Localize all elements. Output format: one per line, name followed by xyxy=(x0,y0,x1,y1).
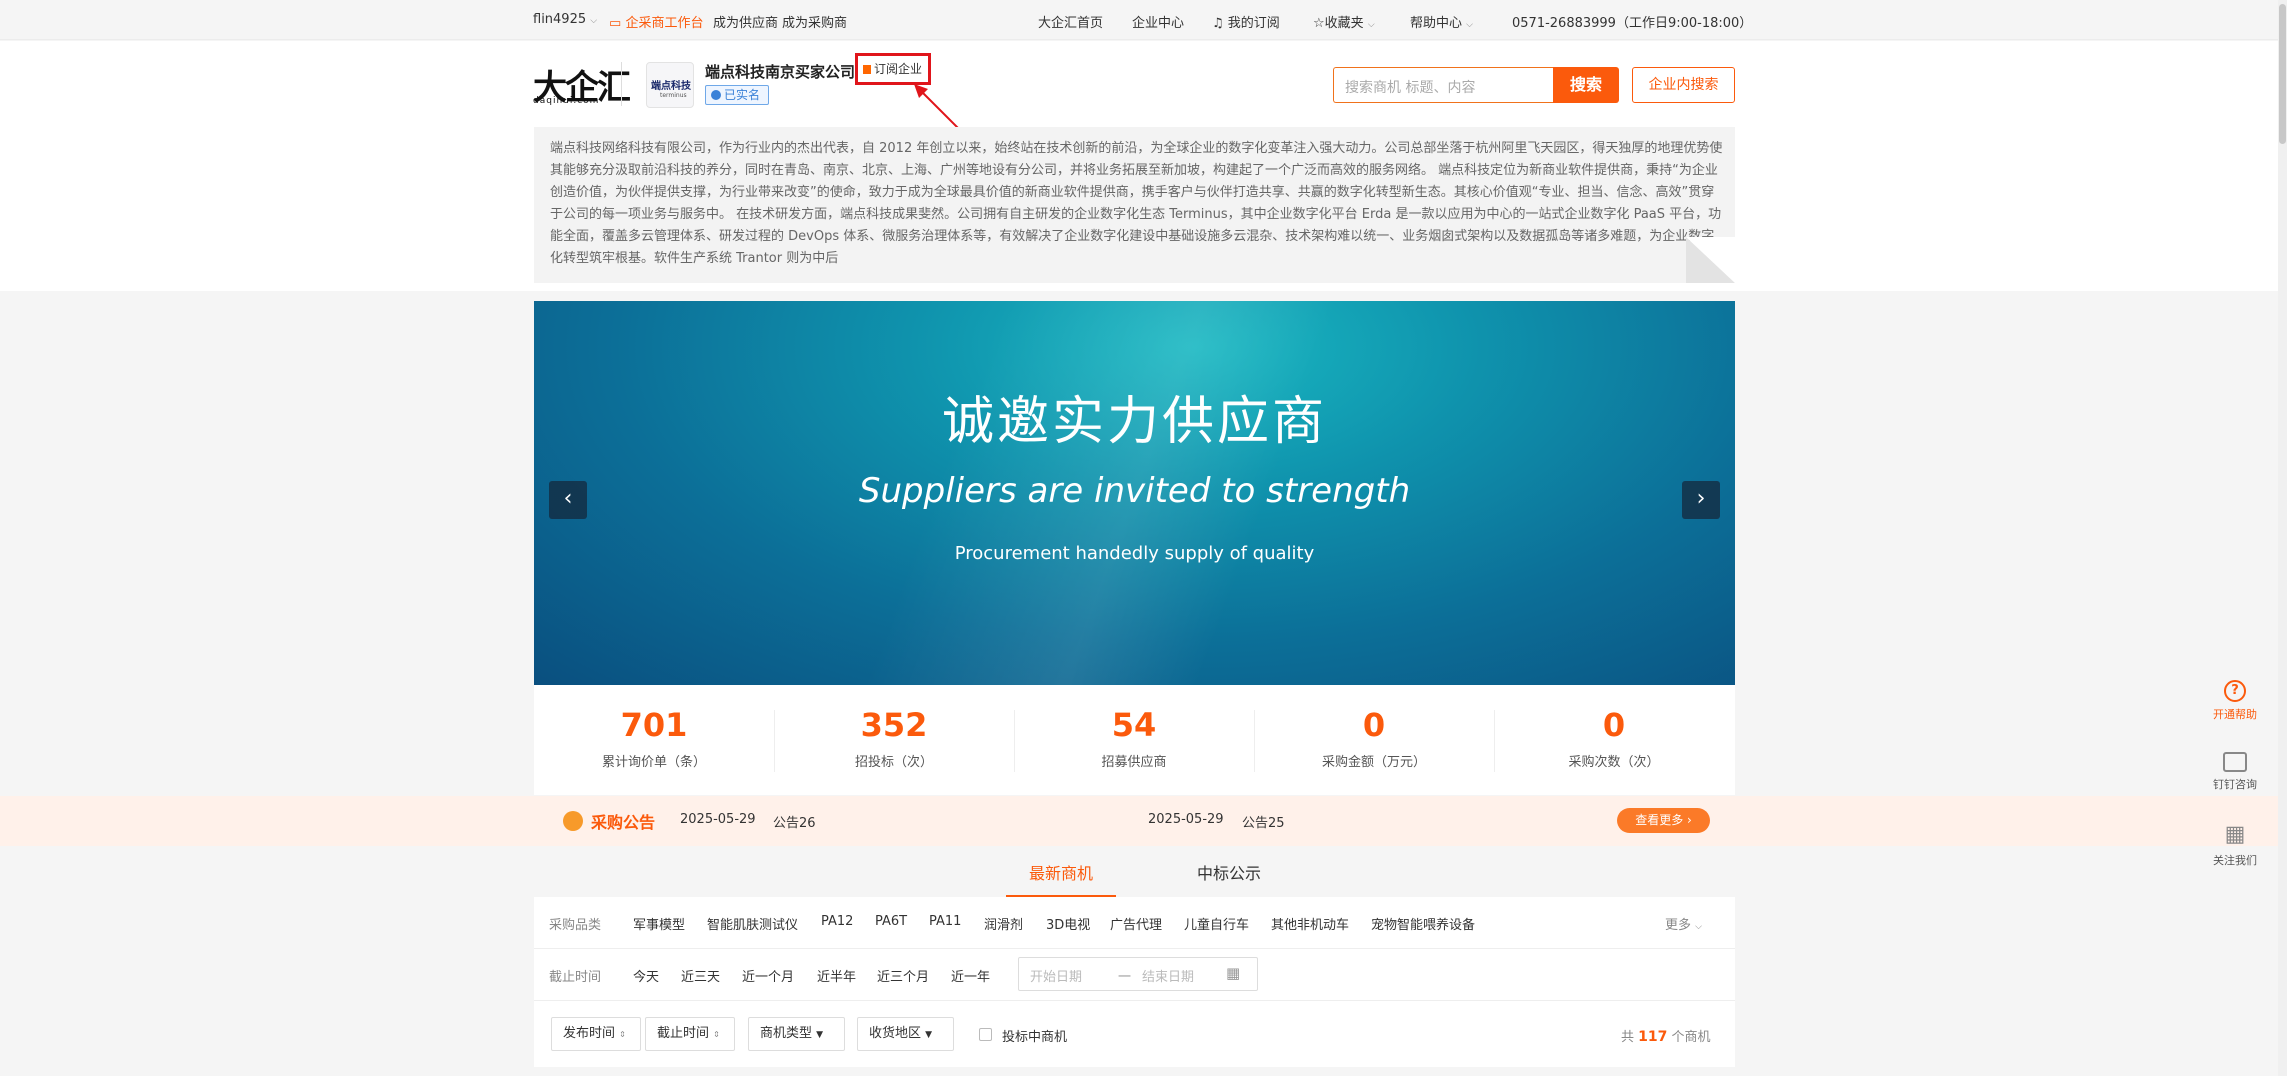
category-option[interactable]: PA11 xyxy=(929,914,961,929)
banner-title: 诚邀实力供应商 xyxy=(941,392,1327,452)
category-option[interactable]: 儿童自行车 xyxy=(1184,914,1249,933)
category-label: 采购品类 xyxy=(549,918,602,933)
region-select[interactable]: 收货地区 ▼ xyxy=(857,1017,954,1051)
category-option[interactable]: 广告代理 xyxy=(1110,914,1162,933)
deadline-option[interactable]: 近一个月 xyxy=(742,966,794,985)
notice-link[interactable]: 公告26 xyxy=(773,812,816,831)
tab-award-announcements[interactable]: 中标公示 xyxy=(1197,860,1261,884)
chevron-down-icon: ⌵ xyxy=(1695,922,1702,932)
banner-next-button[interactable]: › xyxy=(1682,481,1720,519)
megaphone-icon xyxy=(563,811,583,831)
stats-bar: 701 累计询价单（条） 352 招投标（次） 54 招募供应商 0 采购金额（万元） … xyxy=(534,685,1735,795)
follow-float-button[interactable]: ▦ 关注我们 xyxy=(2200,824,2270,868)
category-option[interactable]: PA6T xyxy=(875,914,907,929)
deadline-option[interactable]: 近一年 xyxy=(951,966,990,985)
category-option[interactable]: 宠物智能喂养设备 xyxy=(1371,914,1475,933)
stat-inquiries: 701 累计询价单（条） xyxy=(601,706,706,770)
start-date-input[interactable]: 开始日期 xyxy=(1030,966,1082,985)
caret-down-icon: ▼ xyxy=(925,1030,933,1040)
qr-code-icon: ▦ xyxy=(2224,822,2246,847)
deadline-option[interactable]: 近半年 xyxy=(817,966,856,985)
calendar-icon: ▦ xyxy=(1226,964,1241,982)
opportunity-type-select[interactable]: 商机类型 ▼ xyxy=(748,1017,845,1051)
enterprise-search-button[interactable]: 企业内搜索 xyxy=(1632,67,1735,103)
procurement-notice-bar xyxy=(0,796,2287,846)
banner-tagline: Procurement handedly supply of quality xyxy=(954,543,1315,564)
page-scrollbar[interactable] xyxy=(2278,0,2287,1076)
notice-date: 2025-05-29 xyxy=(1148,812,1224,827)
stat-tenders: 352 招投标（次） xyxy=(854,706,933,770)
category-option[interactable]: 军事模型 xyxy=(633,914,685,933)
notice-link[interactable]: 公告25 xyxy=(1242,812,1285,831)
company-description: 端点科技网络科技有限公司，作为行业内的杰出代表，自 2012 年创立以来，始终站… xyxy=(534,127,1735,283)
total-count: 共 117 个商机 xyxy=(1621,1029,1711,1045)
stat-amount: 0 采购金额（万元） xyxy=(1321,706,1426,770)
category-option[interactable]: 3D电视 xyxy=(1046,914,1090,933)
chat-icon xyxy=(2223,752,2247,772)
help-float-button[interactable]: ? 开通帮助 xyxy=(2200,680,2270,722)
end-date-input[interactable]: 结束日期 xyxy=(1142,966,1194,985)
notice-title: 采购公告 xyxy=(591,813,656,832)
bidding-checkbox-label: 投标中商机 xyxy=(1002,1030,1068,1045)
notice-date: 2025-05-29 xyxy=(680,812,756,827)
sort-deadline[interactable]: 截止时间 ⇕ xyxy=(645,1017,735,1051)
scrollbar-thumb[interactable] xyxy=(2279,4,2286,144)
category-option[interactable]: 智能肌肤测试仪 xyxy=(707,914,798,933)
deadline-label: 截止时间 xyxy=(549,970,602,985)
deadline-option[interactable]: 近三天 xyxy=(681,966,720,985)
deadline-option[interactable]: 近三个月 xyxy=(877,966,929,985)
date-range-separator: 一 xyxy=(1118,970,1132,985)
sort-icon: ⇕ xyxy=(713,1030,720,1039)
category-option[interactable]: 润滑剂 xyxy=(984,914,1023,933)
tab-latest-opportunities[interactable]: 最新商机 xyxy=(1029,860,1093,884)
category-option[interactable]: 其他非机动车 xyxy=(1271,914,1349,933)
question-icon: ? xyxy=(2224,680,2246,702)
dingtalk-float-button[interactable]: 钉钉咨询 xyxy=(2200,752,2270,792)
search-input[interactable]: 搜索商机 标题、内容 xyxy=(1333,67,1553,103)
deadline-option[interactable]: 今天 xyxy=(633,966,659,985)
bidding-checkbox[interactable] xyxy=(979,1028,992,1041)
view-more-button[interactable]: 查看更多 › xyxy=(1617,808,1710,833)
banner-prev-button[interactable]: ‹ xyxy=(549,481,587,519)
category-option[interactable]: PA12 xyxy=(821,914,853,929)
caret-down-icon: ▼ xyxy=(816,1030,824,1040)
stat-count: 0 采购次数（次） xyxy=(1568,706,1660,770)
search-button[interactable]: 搜索 xyxy=(1553,67,1619,103)
hero-banner: 诚邀实力供应商 Suppliers are invited to strengt… xyxy=(534,301,1735,685)
sort-publish-time[interactable]: 发布时间 ⇕ xyxy=(551,1017,641,1051)
more-categories-button[interactable]: 更多 ⌵ xyxy=(1665,914,1702,933)
stat-suppliers: 54 招募供应商 xyxy=(1101,706,1167,770)
banner-subtitle: Suppliers are invited to strength xyxy=(858,471,1411,511)
sort-icon: ⇕ xyxy=(619,1030,626,1039)
annotation-arrow xyxy=(914,84,961,131)
